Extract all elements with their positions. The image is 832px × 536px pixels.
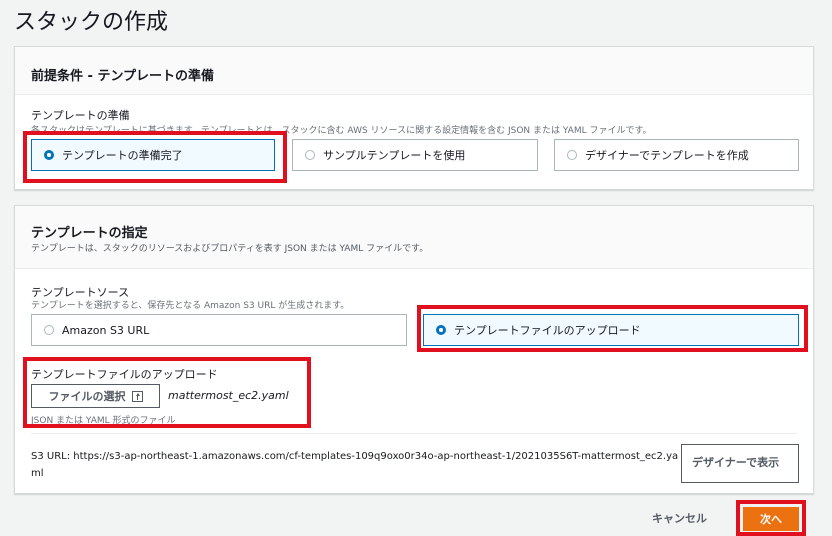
radio-unselected-icon [305, 150, 315, 160]
s3-url: S3 URL: https://s3-ap-northeast-1.amazon… [31, 448, 681, 482]
selected-file-name: mattermost_ec2.yaml [168, 389, 289, 402]
s3-url-value: https://s3-ap-northeast-1.amazonaws.com/… [31, 451, 679, 479]
next-button[interactable]: 次へ [743, 507, 799, 531]
view-in-designer-button[interactable]: デザイナーで表示 [681, 444, 799, 483]
prepare-template-label: テンプレートの準備 [31, 109, 130, 122]
choose-file-label: ファイルの選択 [48, 390, 126, 403]
upload-icon [131, 390, 143, 402]
radio-selected-icon [44, 150, 54, 160]
spec-panel-header: テンプレートの指定 テンプレートは、スタックのリソースおよびプロパティを表す J… [15, 206, 813, 269]
cancel-button[interactable]: キャンセル [652, 510, 707, 526]
spec-panel-title: テンプレートの指定 [31, 226, 148, 241]
prepare-template-description: 各スタックはテンプレートに基づきます。テンプレートとは、スタックに含む AWS … [31, 126, 652, 136]
page-title: スタックの作成 [14, 10, 169, 35]
option-label: テンプレートファイルのアップロード [454, 324, 641, 337]
panel-divider [31, 433, 797, 434]
option-label: サンプルテンプレートを使用 [323, 149, 466, 162]
prereq-panel-title: 前提条件 - テンプレートの準備 [31, 69, 215, 84]
s3-url-prefix: S3 URL: [31, 451, 71, 462]
radio-selected-icon [436, 325, 446, 335]
upload-file-label: テンプレートファイルのアップロード [31, 368, 218, 381]
option-designer-template[interactable]: デザイナーでテンプレートを作成 [554, 139, 799, 171]
radio-unselected-icon [567, 150, 577, 160]
prereq-panel-header: 前提条件 - テンプレートの準備 [15, 47, 813, 95]
option-sample-template[interactable]: サンプルテンプレートを使用 [292, 139, 538, 171]
spec-panel-description: テンプレートは、スタックのリソースおよびプロパティを表す JSON または YA… [31, 244, 429, 254]
source-option-s3-url[interactable]: Amazon S3 URL [31, 314, 407, 346]
choose-file-button[interactable]: ファイルの選択 [31, 384, 160, 408]
option-label: テンプレートの準備完了 [62, 149, 183, 162]
radio-unselected-icon [44, 325, 54, 335]
source-option-upload-file[interactable]: テンプレートファイルのアップロード [423, 314, 799, 346]
file-format-hint: JSON または YAML 形式のファイル [31, 416, 176, 426]
option-template-ready[interactable]: テンプレートの準備完了 [31, 139, 275, 171]
option-label: Amazon S3 URL [62, 323, 150, 337]
option-label: デザイナーでテンプレートを作成 [585, 149, 749, 162]
template-source-description: テンプレートを選択すると、保存先となる Amazon S3 URL が生成されま… [31, 301, 350, 311]
